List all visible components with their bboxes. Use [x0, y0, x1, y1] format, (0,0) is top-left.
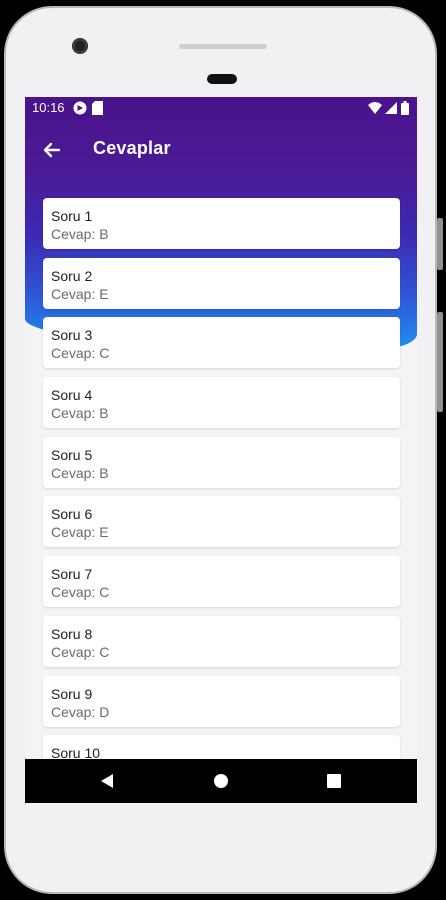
answer-label: Cevap: C: [51, 584, 110, 601]
answer-label: Cevap: E: [51, 285, 109, 302]
page-title: Cevaplar: [93, 138, 171, 158]
answer-label: Cevap: E: [51, 524, 109, 541]
wifi-icon: [368, 102, 382, 117]
nav-home-icon[interactable]: [214, 774, 228, 788]
answer-card[interactable]: Soru 8 Cevap: C: [43, 615, 400, 667]
answer-card[interactable]: Soru 3 Cevap: C: [43, 317, 400, 369]
answer-card[interactable]: Soru 1 Cevap: B: [43, 198, 400, 249]
sim-card-icon: [92, 101, 103, 118]
power-button: [437, 218, 443, 270]
question-label: Soru 1: [51, 208, 93, 224]
answer-card[interactable]: Soru 4 Cevap: B: [43, 377, 400, 429]
answer-card[interactable]: Soru 7 Cevap: C: [43, 556, 400, 608]
phone-frame: 10:16 Cevaplar Soru 1 Cevap: B Soru 2 Ce…: [4, 6, 437, 894]
answer-card[interactable]: Soru 5 Cevap: B: [43, 436, 400, 488]
question-label: Soru 2: [51, 267, 93, 284]
earpiece-speaker: [179, 44, 267, 49]
question-label: Soru 7: [51, 566, 93, 583]
answer-card[interactable]: Soru 2 Cevap: E: [43, 257, 400, 309]
question-label: Soru 4: [51, 387, 93, 404]
navigation-bar: [25, 759, 417, 803]
volume-button: [437, 312, 443, 412]
answer-list[interactable]: Soru 1 Cevap: B Soru 2 Cevap: E Soru 3 Cevap:…: [43, 198, 400, 795]
proximity-sensor: [207, 74, 237, 84]
battery-icon: [401, 101, 409, 118]
question-label: Soru 6: [51, 506, 93, 523]
status-bar: 10:16: [25, 97, 417, 119]
question-label: Soru 5: [51, 446, 93, 463]
status-time: 10:16: [32, 100, 65, 115]
screen: 10:16 Cevaplar Soru 1 Cevap: B Soru 2 Ce…: [25, 97, 417, 803]
google-play-icon: [73, 101, 87, 118]
answer-card[interactable]: Soru 9 Cevap: D: [43, 675, 400, 727]
back-button[interactable]: [39, 137, 65, 163]
cellular-signal-icon: [385, 102, 397, 117]
answer-label: Cevap: C: [51, 345, 110, 362]
question-label: Soru 3: [51, 327, 93, 344]
answer-label: Cevap: C: [51, 643, 110, 660]
front-camera: [72, 38, 88, 54]
app-bar: Cevaplar: [25, 119, 417, 179]
answer-label: Cevap: B: [51, 226, 109, 242]
answer-label: Cevap: D: [51, 703, 110, 720]
arrow-left-icon: [43, 142, 61, 158]
answer-label: Cevap: B: [51, 464, 109, 481]
answer-card[interactable]: Soru 6 Cevap: E: [43, 496, 400, 548]
nav-recents-icon[interactable]: [327, 774, 341, 788]
answer-label: Cevap: B: [51, 405, 109, 422]
question-label: Soru 9: [51, 685, 93, 702]
nav-back-icon[interactable]: [101, 774, 113, 788]
question-label: Soru 8: [51, 625, 93, 642]
